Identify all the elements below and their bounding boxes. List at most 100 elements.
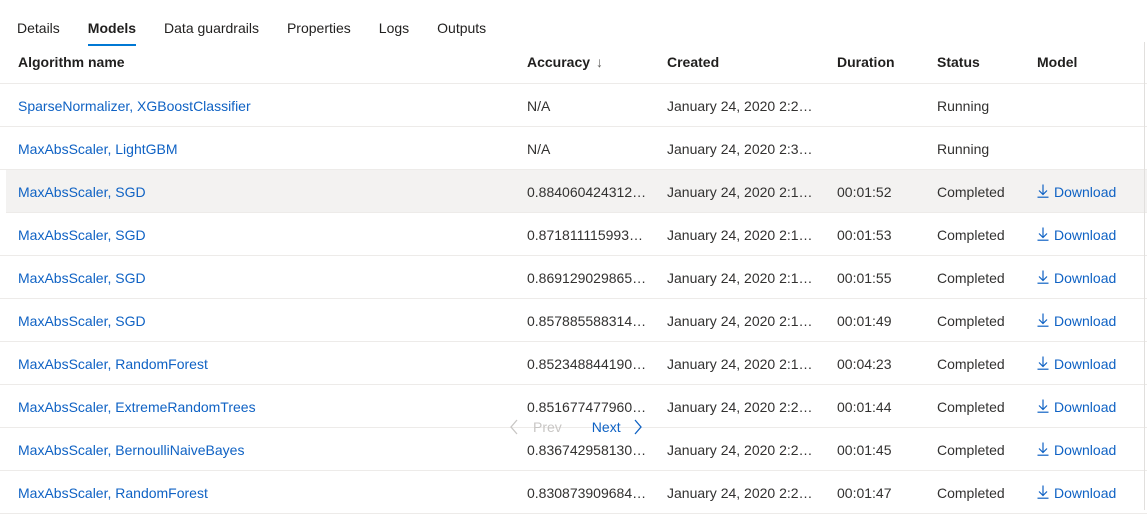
table-row[interactable]: MaxAbsScaler, RandomForest 0.852348844190… bbox=[0, 342, 1147, 385]
status-value: Completed bbox=[937, 442, 1005, 458]
status-value: Completed bbox=[937, 270, 1005, 286]
column-header-accuracy[interactable]: Accuracy ↓ bbox=[527, 54, 603, 70]
created-value: January 24, 2020 2:13 ... bbox=[667, 313, 815, 329]
column-header-model[interactable]: Model bbox=[1037, 54, 1077, 70]
tab-properties[interactable]: Properties bbox=[287, 0, 351, 36]
created-value: January 24, 2020 2:19 ... bbox=[667, 270, 815, 286]
duration-value: 00:01:49 bbox=[837, 313, 892, 329]
tab-outputs[interactable]: Outputs bbox=[437, 0, 486, 36]
status-value: Completed bbox=[937, 227, 1005, 243]
algorithm-link[interactable]: MaxAbsScaler, ExtremeRandomTrees bbox=[18, 399, 498, 415]
status-value: Running bbox=[937, 141, 990, 157]
download-icon bbox=[1037, 399, 1049, 413]
column-header-duration[interactable]: Duration bbox=[837, 54, 895, 70]
algorithm-link[interactable]: MaxAbsScaler, SGD bbox=[18, 270, 498, 286]
algorithm-link[interactable]: MaxAbsScaler, LightGBM bbox=[18, 141, 498, 157]
column-header-status[interactable]: Status bbox=[937, 54, 980, 70]
accuracy-value: 0.8523488441908... bbox=[527, 356, 647, 372]
download-button[interactable]: Download bbox=[1037, 227, 1137, 243]
table-body: SparseNormalizer, XGBoostClassifier N/A Ja… bbox=[0, 84, 1147, 514]
prev-button: Prev bbox=[509, 419, 562, 435]
duration-value: 00:01:47 bbox=[837, 485, 892, 501]
algorithm-link[interactable]: MaxAbsScaler, BernoulliNaiveBayes bbox=[18, 442, 498, 458]
status-value: Running bbox=[937, 98, 990, 114]
download-label: Download bbox=[1054, 442, 1117, 458]
duration-value: 00:01:55 bbox=[837, 270, 892, 286]
algorithm-link[interactable]: SparseNormalizer, XGBoostClassifier bbox=[18, 98, 498, 114]
download-button[interactable]: Download bbox=[1037, 356, 1137, 372]
download-icon bbox=[1037, 184, 1049, 198]
created-value: January 24, 2020 2:30 ... bbox=[667, 141, 815, 157]
download-label: Download bbox=[1054, 184, 1117, 200]
next-button[interactable]: Next bbox=[592, 419, 643, 435]
accuracy-value: 0.8578855883146... bbox=[527, 313, 647, 329]
created-value: January 24, 2020 2:15 ... bbox=[667, 227, 815, 243]
status-value: Completed bbox=[937, 356, 1005, 372]
accuracy-value: 0.8308739096845... bbox=[527, 485, 647, 501]
table-row[interactable]: MaxAbsScaler, RandomForest 0.830873909684… bbox=[0, 471, 1147, 514]
duration-value: 00:01:53 bbox=[837, 227, 892, 243]
table-row[interactable]: MaxAbsScaler, SGD 0.8718111159934... Janua… bbox=[0, 213, 1147, 256]
download-label: Download bbox=[1054, 270, 1117, 286]
accuracy-value: 0.8367429581301... bbox=[527, 442, 647, 458]
table-row[interactable]: SparseNormalizer, XGBoostClassifier N/A Ja… bbox=[0, 84, 1147, 127]
chevron-right-icon bbox=[634, 419, 642, 435]
download-icon bbox=[1037, 356, 1049, 370]
download-label: Download bbox=[1054, 313, 1117, 329]
download-icon bbox=[1037, 485, 1049, 499]
table-header: Algorithm name Accuracy ↓ Created Duratio… bbox=[0, 42, 1147, 84]
download-label: Download bbox=[1054, 356, 1117, 372]
download-button[interactable]: Download bbox=[1037, 442, 1137, 458]
duration-value: 00:04:23 bbox=[837, 356, 892, 372]
download-button[interactable]: Download bbox=[1037, 270, 1137, 286]
tab-models[interactable]: Models bbox=[87, 0, 137, 46]
download-button[interactable]: Download bbox=[1037, 485, 1137, 501]
algorithm-link[interactable]: MaxAbsScaler, SGD bbox=[18, 313, 498, 329]
tab-bar: Details Models Data guardrails Propertie… bbox=[17, 0, 514, 48]
column-header-created[interactable]: Created bbox=[667, 54, 719, 70]
table-row[interactable]: MaxAbsScaler, SGD 0.8691290298656... Janua… bbox=[0, 256, 1147, 299]
download-button[interactable]: Download bbox=[1037, 399, 1137, 415]
download-icon bbox=[1037, 313, 1049, 327]
chevron-left-icon bbox=[510, 419, 518, 435]
table-row[interactable]: MaxAbsScaler, SGD 0.8840604243122... Janua… bbox=[6, 170, 1147, 213]
column-header-accuracy-label: Accuracy bbox=[527, 54, 591, 70]
accuracy-value: 0.8840604243122... bbox=[527, 184, 647, 200]
created-value: January 24, 2020 2:25 ... bbox=[667, 442, 815, 458]
download-label: Download bbox=[1054, 227, 1117, 243]
pagination: Prev Next bbox=[509, 417, 643, 437]
algorithm-link[interactable]: MaxAbsScaler, RandomForest bbox=[18, 485, 498, 501]
accuracy-value: 0.8718111159934... bbox=[527, 227, 647, 243]
status-value: Completed bbox=[937, 399, 1005, 415]
sort-descending-icon: ↓ bbox=[596, 54, 604, 70]
tab-data-guardrails[interactable]: Data guardrails bbox=[164, 0, 259, 36]
tab-details[interactable]: Details bbox=[17, 0, 60, 36]
algorithm-link[interactable]: MaxAbsScaler, SGD bbox=[18, 227, 498, 243]
download-icon bbox=[1037, 270, 1049, 284]
duration-value: 00:01:52 bbox=[837, 184, 892, 200]
download-button[interactable]: Download bbox=[1037, 184, 1137, 200]
prev-label: Prev bbox=[533, 419, 562, 435]
download-label: Download bbox=[1054, 399, 1117, 415]
accuracy-value: 0.8516774779605... bbox=[527, 399, 647, 415]
status-value: Completed bbox=[937, 485, 1005, 501]
download-button[interactable]: Download bbox=[1037, 313, 1137, 329]
duration-value: 00:01:45 bbox=[837, 442, 892, 458]
download-icon bbox=[1037, 442, 1049, 456]
scrollbar-edge bbox=[1144, 42, 1145, 510]
models-table: Algorithm name Accuracy ↓ Created Duratio… bbox=[0, 42, 1147, 514]
algorithm-link[interactable]: MaxAbsScaler, RandomForest bbox=[18, 356, 498, 372]
status-value: Completed bbox=[937, 313, 1005, 329]
created-value: January 24, 2020 2:17 ... bbox=[667, 356, 815, 372]
download-icon bbox=[1037, 227, 1049, 241]
next-label: Next bbox=[591, 419, 621, 435]
created-value: January 24, 2020 2:23 ... bbox=[667, 485, 815, 501]
created-value: January 24, 2020 2:13 ... bbox=[667, 184, 815, 200]
column-header-algorithm[interactable]: Algorithm name bbox=[18, 54, 125, 70]
accuracy-value: 0.8691290298656... bbox=[527, 270, 647, 286]
table-row[interactable]: MaxAbsScaler, LightGBM N/A January 24, 202… bbox=[0, 127, 1147, 170]
tab-logs[interactable]: Logs bbox=[379, 0, 409, 36]
table-row[interactable]: MaxAbsScaler, SGD 0.8578855883146... Janua… bbox=[0, 299, 1147, 342]
created-value: January 24, 2020 2:27 ... bbox=[667, 399, 815, 415]
algorithm-link[interactable]: MaxAbsScaler, SGD bbox=[18, 184, 498, 200]
